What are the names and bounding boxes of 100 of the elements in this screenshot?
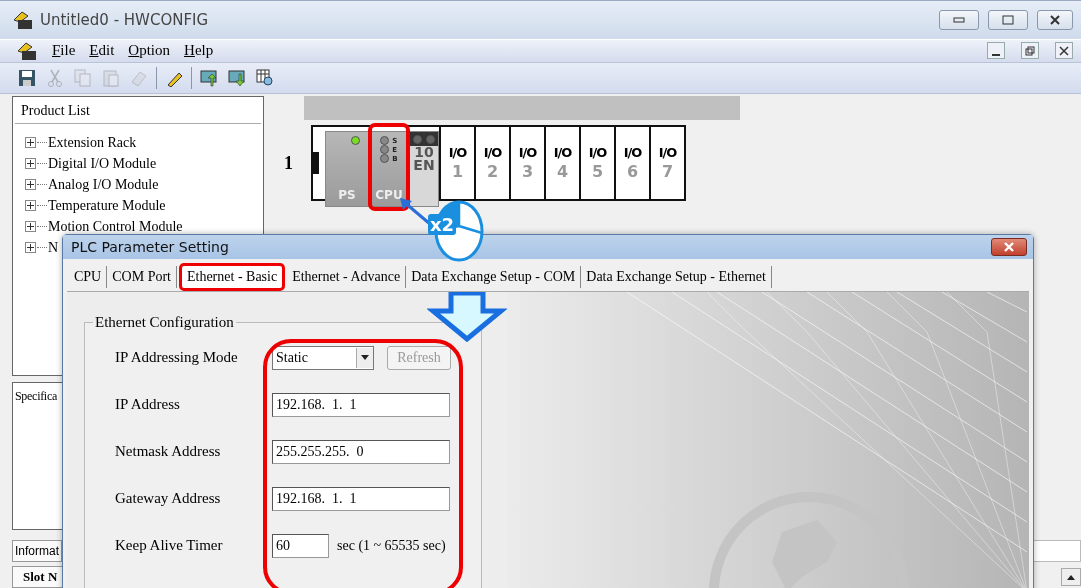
module-label: EN [413, 159, 435, 172]
caret-icon [361, 355, 369, 360]
tab[interactable]: Data Exchange Setup - COM [406, 266, 582, 288]
minimize-icon [992, 53, 1000, 56]
close-icon [1049, 14, 1061, 25]
io-slot[interactable]: I/O 2 [474, 127, 509, 199]
eraser-icon [130, 69, 148, 87]
restore-button[interactable] [1021, 42, 1039, 60]
field-label: Keep Alive Timer [115, 537, 224, 554]
scroll-up-button[interactable] [1061, 568, 1081, 586]
expand-icon[interactable] [25, 200, 36, 211]
toolbar-button[interactable] [198, 67, 220, 89]
monitor-down-arrow-icon [228, 69, 246, 87]
dialog-title: PLC Parameter Setting [71, 239, 230, 255]
grid-magnifier-icon [256, 69, 274, 87]
slot-label: I/O [623, 145, 642, 160]
io-slot[interactable]: I/O 6 [614, 127, 649, 199]
led-icon [426, 134, 435, 144]
click-count: x2 [428, 214, 457, 235]
io-slot[interactable]: I/O 4 [544, 127, 579, 199]
io-slot[interactable]: I/O 1 [439, 127, 474, 199]
input-field[interactable]: 192.168. 1. 1 [272, 392, 450, 417]
close-button[interactable] [1055, 42, 1073, 60]
led-icon [380, 154, 390, 163]
io-slot[interactable]: I/O 7 [649, 127, 684, 199]
toolbar-button[interactable] [16, 67, 38, 89]
menu-item[interactable]: Help [184, 42, 214, 60]
slot-number: 2 [486, 162, 499, 181]
tab[interactable]: Data Exchange Setup - Ethernet [581, 266, 772, 288]
close-button[interactable] [991, 238, 1027, 256]
field-label: IP Addressing Mode [115, 349, 239, 366]
restore-button[interactable] [988, 9, 1028, 30]
close-icon [1059, 45, 1069, 56]
module-label: 10 [414, 146, 434, 159]
rack-number: 1 [284, 152, 293, 174]
toolbar-button[interactable] [226, 67, 248, 89]
slot-number: 1 [451, 162, 464, 181]
close-button[interactable] [1037, 9, 1073, 30]
tab[interactable]: Ethernet - Basic [178, 263, 286, 291]
panel-title: Specifica [14, 388, 58, 405]
slot-label: I/O [518, 145, 537, 160]
slot-label: I/O [588, 145, 607, 160]
restore-icon [1025, 45, 1035, 56]
copy-icon [74, 69, 92, 87]
slot-number: 7 [661, 162, 674, 181]
scissors-icon [46, 69, 64, 87]
network-module[interactable]: 10 EN [409, 131, 439, 207]
monitor-up-arrow-icon [200, 69, 218, 87]
tree-item[interactable]: Motion Control Module [48, 218, 183, 235]
tree-item[interactable]: Temperature Module [48, 197, 166, 214]
expand-icon[interactable] [25, 179, 36, 190]
module-label: PS [338, 188, 356, 202]
tree-item[interactable]: Extension Rack [48, 134, 137, 151]
maximize-icon [1002, 14, 1014, 25]
down-arrow-icon [427, 292, 507, 342]
tree-item[interactable]: Digital I/O Module [48, 155, 157, 172]
field-label: IP Address [115, 396, 181, 413]
menu-item[interactable]: Edit [89, 42, 115, 60]
io-slot[interactable]: I/O 3 [509, 127, 544, 199]
input-field[interactable]: 192.168. 1. 1 [272, 486, 450, 511]
info-tab[interactable]: Informat [12, 540, 62, 562]
mode-dropdown[interactable]: Static [272, 345, 374, 370]
app-icon [12, 9, 34, 30]
minimize-icon [953, 16, 965, 23]
io-slot[interactable]: I/O 5 [579, 127, 614, 199]
menu-item[interactable]: Option [128, 42, 171, 60]
slot-label: I/O [658, 145, 677, 160]
slot-number: 5 [591, 162, 604, 181]
paste-icon [102, 69, 120, 87]
led-icon [413, 134, 422, 144]
expand-icon[interactable] [25, 137, 36, 148]
module-label: CPU [375, 188, 403, 202]
expand-icon[interactable] [25, 158, 36, 169]
expand-icon[interactable] [25, 242, 36, 253]
save-icon [18, 69, 36, 87]
unit-label: sec (1 ~ 65535 sec) [337, 537, 446, 554]
field-label: Netmask Address [115, 443, 222, 460]
tab[interactable]: Ethernet - Advance [287, 266, 407, 288]
tree-item[interactable]: Analog I/O Module [48, 176, 159, 193]
expand-icon[interactable] [25, 221, 36, 232]
input-field[interactable]: 255.255.255. 0 [272, 439, 450, 464]
tree-item[interactable]: N [48, 239, 59, 256]
menu-item[interactable]: File [52, 42, 76, 60]
tab[interactable]: COM Port [107, 266, 177, 288]
tab[interactable]: CPU [69, 266, 108, 288]
slot-number: 6 [626, 162, 639, 181]
toolbar-button[interactable] [254, 67, 276, 89]
led-icon [351, 136, 360, 145]
close-icon [1003, 242, 1015, 252]
group-title: Ethernet Configuration [94, 314, 235, 331]
slot-number: 4 [556, 162, 569, 181]
app-icon [16, 40, 38, 61]
field-label: Gateway Address [115, 490, 222, 507]
panel-title: Product List [15, 99, 261, 124]
led-icon [380, 145, 390, 154]
led-icon [380, 136, 390, 145]
slot-label: I/O [448, 145, 467, 160]
input-field[interactable]: 60 [272, 533, 329, 558]
minimize-button[interactable] [987, 42, 1005, 60]
window-title: Untitled0 - HWCONFIG [40, 10, 210, 29]
